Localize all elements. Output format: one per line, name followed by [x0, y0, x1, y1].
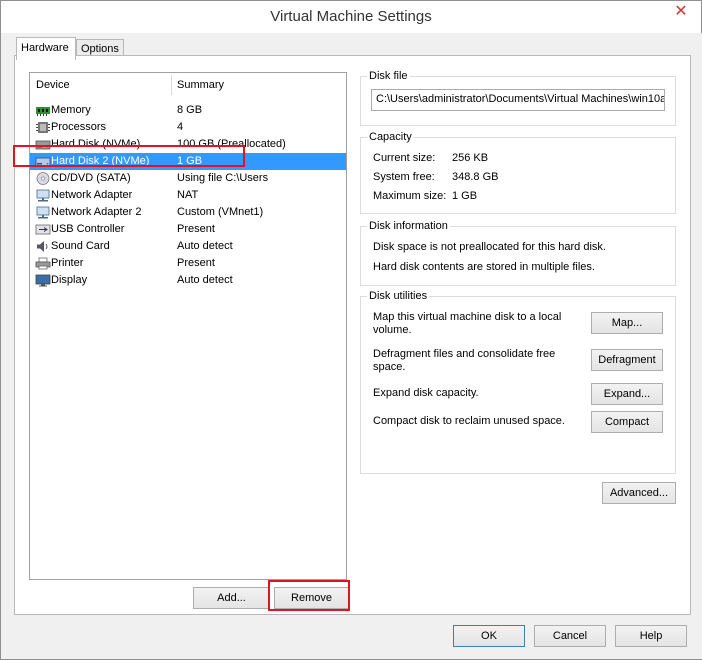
device-row-network-adapter-2[interactable]: Network Adapter 2 Custom (VMnet1) — [30, 204, 346, 221]
column-header-device[interactable]: Device — [36, 79, 70, 91]
map-description-line-2: volume. — [373, 324, 412, 336]
defragment-description-line-2: space. — [373, 361, 406, 373]
device-summary: Using file C:\Users — [177, 172, 269, 184]
highlight-box-remove-button — [268, 580, 350, 611]
column-header-summary[interactable]: Summary — [177, 79, 224, 91]
device-name: CD/DVD (SATA) — [51, 172, 131, 184]
advanced-button[interactable]: Advanced... — [602, 482, 676, 504]
network-adapter-icon — [36, 206, 50, 219]
add-button[interactable]: Add... — [193, 587, 270, 609]
defragment-description-line-1: Defragment files and consolidate free — [373, 348, 556, 360]
disk-utilities-title: Disk utilities — [367, 290, 430, 302]
maximum-size-value: 1 GB — [452, 190, 478, 202]
device-row-memory[interactable]: Memory 8 GB — [30, 102, 346, 119]
expand-description: Expand disk capacity. — [373, 387, 479, 399]
disk-information-title: Disk information — [367, 220, 450, 232]
title-bar: Virtual Machine Settings ✕ — [1, 1, 701, 33]
device-name: Display — [51, 274, 88, 286]
disk-info-preallocation: Disk space is not preallocated for this … — [373, 241, 606, 253]
device-row-display[interactable]: Display Auto detect — [30, 272, 346, 289]
ok-button[interactable]: OK — [453, 625, 525, 647]
usb-icon — [35, 224, 51, 235]
device-row-network-adapter[interactable]: Network Adapter NAT — [30, 187, 346, 204]
cancel-button[interactable]: Cancel — [534, 625, 606, 647]
device-summary: NAT — [177, 189, 199, 201]
display-icon — [35, 274, 51, 287]
compact-button[interactable]: Compact — [591, 411, 663, 433]
device-summary: Present — [177, 257, 215, 269]
window-title: Virtual Machine Settings — [270, 8, 432, 25]
device-name: Printer — [51, 257, 84, 269]
device-name: Sound Card — [51, 240, 110, 252]
device-name: USB Controller — [51, 223, 125, 235]
capacity-group: Capacity Current size: 256 KB System fre… — [360, 131, 676, 214]
sound-card-icon — [37, 241, 48, 252]
highlight-box-selected-disk — [13, 145, 245, 167]
disk-utilities-group: Disk utilities Map this virtual machine … — [360, 290, 676, 474]
hardware-tab-panel: Device Summary Memory 8 GB Processors 4 … — [14, 55, 691, 615]
device-row-cd-dvd[interactable]: CD/DVD (SATA) Using file C:\Users — [30, 170, 346, 187]
compact-description: Compact disk to reclaim unused space. — [373, 415, 565, 427]
current-size-label: Current size: — [373, 152, 436, 164]
expand-button[interactable]: Expand... — [591, 383, 663, 405]
tab-hardware-label: Hardware — [21, 42, 69, 54]
tab-options-label: Options — [81, 43, 119, 55]
device-summary: Auto detect — [177, 274, 233, 286]
device-row-processors[interactable]: Processors 4 — [30, 119, 346, 136]
disk-info-multiple-files: Hard disk contents are stored in multipl… — [373, 261, 595, 273]
processor-icon — [36, 122, 50, 133]
disk-file-group: Disk file C:\Users\administrator\Documen… — [360, 70, 676, 126]
disk-file-path-field[interactable]: C:\Users\administrator\Documents\Virtual… — [371, 89, 665, 111]
device-list-header: Device Summary — [30, 73, 346, 97]
map-description-line-1: Map this virtual machine disk to a local — [373, 311, 562, 323]
capacity-title: Capacity — [367, 131, 414, 143]
tab-hardware[interactable]: Hardware — [16, 37, 76, 60]
disk-information-group: Disk information Disk space is not preal… — [360, 220, 676, 286]
device-name: Network Adapter 2 — [51, 206, 142, 218]
help-button[interactable]: Help — [615, 625, 687, 647]
device-summary: Auto detect — [177, 240, 233, 252]
device-summary: Custom (VMnet1) — [177, 206, 264, 218]
printer-icon — [35, 257, 51, 270]
device-summary: Present — [177, 223, 215, 235]
maximum-size-label: Maximum size: — [373, 190, 447, 202]
device-row-sound-card[interactable]: Sound Card Auto detect — [30, 238, 346, 255]
device-row-printer[interactable]: Printer Present — [30, 255, 346, 272]
device-name: Network Adapter — [51, 189, 133, 201]
close-icon[interactable]: ✕ — [669, 3, 693, 23]
column-separator[interactable] — [171, 75, 172, 95]
device-name: Memory — [51, 104, 91, 116]
device-name: Processors — [51, 121, 107, 133]
device-summary: 4 — [177, 121, 184, 133]
memory-icon — [36, 107, 50, 116]
device-summary: 8 GB — [177, 104, 203, 116]
system-free-label: System free: — [373, 171, 435, 183]
disk-file-title: Disk file — [367, 70, 410, 82]
map-button[interactable]: Map... — [591, 312, 663, 334]
dialog-client-area: Hardware Options Device Summary Memory 8… — [2, 33, 702, 659]
network-adapter-icon — [36, 189, 50, 202]
device-row-usb-controller[interactable]: USB Controller Present — [30, 221, 346, 238]
current-size-value: 256 KB — [452, 152, 489, 164]
system-free-value: 348.8 GB — [452, 171, 499, 183]
virtual-machine-settings-window: Virtual Machine Settings ✕ Hardware Opti… — [0, 0, 702, 660]
defragment-button[interactable]: Defragment — [591, 349, 663, 371]
cd-dvd-icon — [36, 172, 50, 185]
